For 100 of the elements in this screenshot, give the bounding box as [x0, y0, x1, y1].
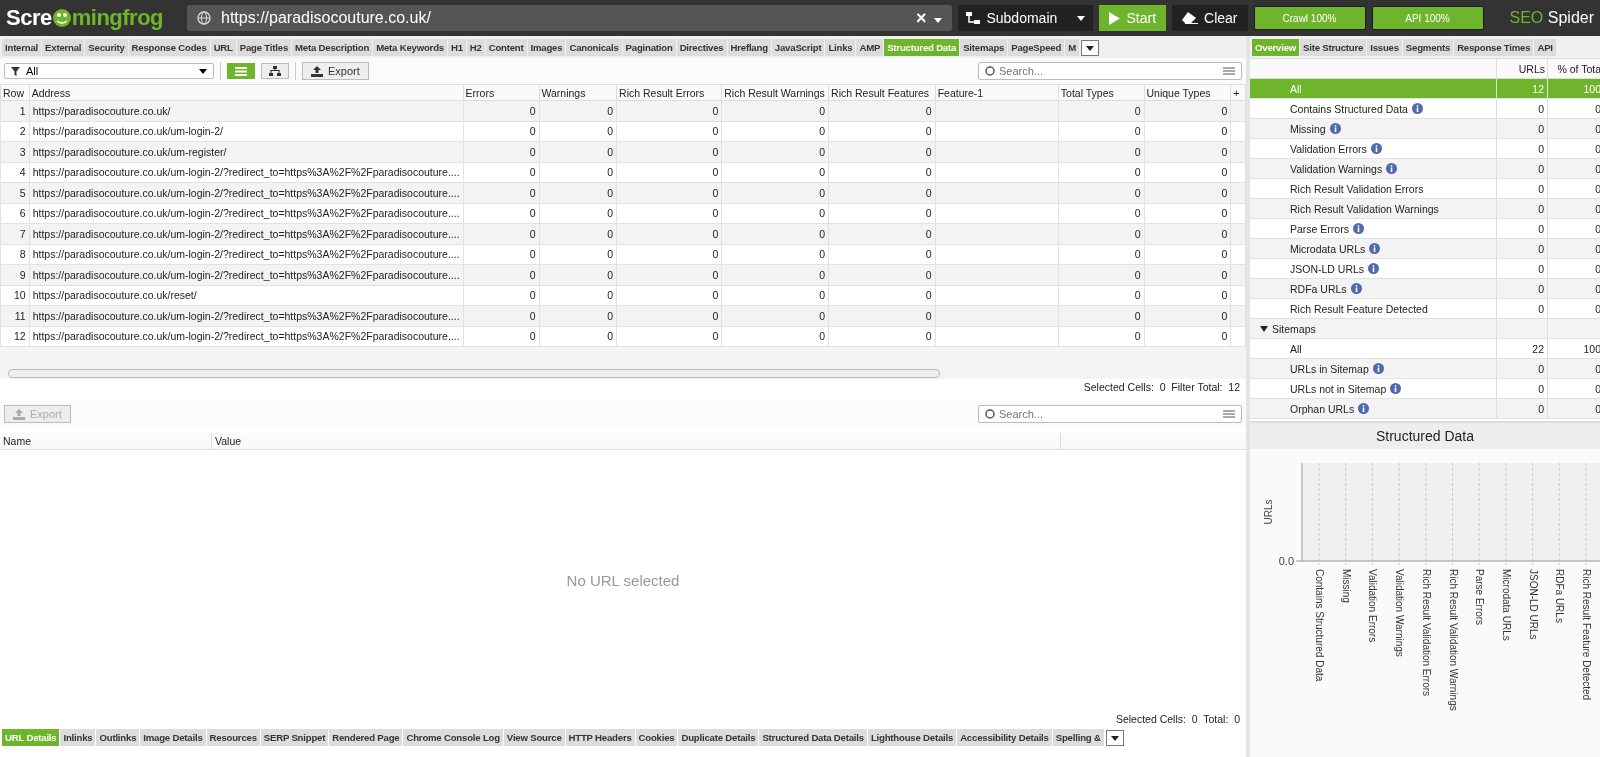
progress-bar: API 100%	[1371, 6, 1484, 30]
column-header[interactable]: Row	[0, 84, 30, 101]
tree-view-button[interactable]	[261, 63, 289, 79]
info-icon[interactable]	[1390, 383, 1402, 394]
column-header[interactable]: Total Types	[1058, 84, 1144, 101]
info-icon[interactable]	[1358, 403, 1370, 414]
tab[interactable]: Issues	[1367, 39, 1402, 56]
tab[interactable]: HTTP Headers	[565, 729, 635, 746]
info-icon[interactable]	[1329, 123, 1341, 134]
export-button[interactable]: Export	[302, 62, 369, 80]
tab[interactable]: H1	[447, 39, 466, 56]
column-header[interactable]: Rich Result Features	[828, 84, 936, 101]
tab[interactable]: Sitemaps	[960, 39, 1008, 56]
sliders-icon[interactable]	[1223, 409, 1235, 419]
search-field[interactable]: Search...	[999, 407, 1219, 421]
tab[interactable]: Resources	[206, 729, 260, 746]
tab[interactable]: Page Titles	[236, 39, 292, 56]
tab[interactable]: Spelling &	[1052, 729, 1104, 746]
tab[interactable]: Segments	[1402, 39, 1454, 56]
sliders-icon[interactable]	[1223, 66, 1235, 76]
info-icon[interactable]	[1350, 283, 1362, 294]
tab[interactable]: M	[1065, 39, 1079, 56]
row-label: URLs in Sitemap	[1290, 362, 1369, 375]
tab[interactable]: SERP Snippet	[260, 729, 329, 746]
caret-icon	[934, 18, 943, 23]
tab[interactable]: AMP	[856, 39, 884, 56]
tab[interactable]: URL	[210, 39, 236, 56]
tab[interactable]: View Source	[503, 729, 565, 746]
x-tick-label: RDFa URLs	[1554, 569, 1566, 623]
column-header[interactable]: Feature-1	[935, 84, 1059, 101]
y-tick-label: 0.0	[1278, 555, 1294, 567]
tab[interactable]: Duplicate Details	[678, 729, 759, 746]
tab[interactable]: H2	[466, 39, 485, 56]
tab[interactable]: Image Details	[140, 729, 206, 746]
column-header[interactable]: URLs	[1496, 58, 1548, 79]
eraser-icon	[1182, 12, 1199, 24]
row-label: Missing	[1290, 122, 1326, 135]
progress-bar: Crawl 100%	[1253, 6, 1366, 30]
tab[interactable]: Rendered Page	[329, 729, 403, 746]
search-box[interactable]: Search...	[978, 405, 1242, 423]
search-field[interactable]: Search...	[999, 64, 1219, 78]
tab[interactable]: Links	[825, 39, 856, 56]
tab[interactable]: Images	[527, 39, 566, 56]
x-tick-label: Contains Structured Data	[1314, 569, 1325, 682]
tab[interactable]: JavaScript	[771, 39, 825, 56]
column-header[interactable]: Warnings	[539, 84, 617, 101]
info-icon[interactable]	[1411, 103, 1423, 114]
expanded-icon[interactable]	[1260, 324, 1268, 333]
column-header[interactable]: Rich Result Warnings	[721, 84, 829, 101]
clear-button[interactable]: Clear	[1172, 5, 1248, 31]
tabs-menu-button[interactable]	[1105, 730, 1124, 746]
tab[interactable]: Lighthouse Details	[867, 729, 957, 746]
tab[interactable]: PageSpeed	[1008, 39, 1065, 56]
column-header[interactable]: Errors	[463, 84, 539, 101]
tab[interactable]: Pagination	[622, 39, 676, 56]
info-icon[interactable]	[1352, 223, 1364, 234]
tab[interactable]: Outlinks	[96, 729, 140, 746]
table-cell: 2	[0, 121, 30, 142]
column-header[interactable]: Value	[212, 433, 1061, 449]
search-box[interactable]: Search...	[978, 62, 1242, 80]
hierarchy-icon	[966, 12, 981, 24]
column-header[interactable]: Unique Types	[1144, 84, 1231, 101]
tab[interactable]: Structured Data Details	[759, 729, 867, 746]
table-cell: https://paradisocouture.co.uk/um-login-2/?redirect_to=https%3A%2F%2Fparadisocouture....	[29, 182, 464, 203]
scrollbar-thumb[interactable]	[8, 368, 940, 378]
mode-dropdown[interactable]: Subdomain	[958, 5, 1094, 31]
tab[interactable]: Cookies	[635, 729, 678, 746]
table-cell: https://paradisocouture.co.uk/um-login-2/?redirect_to=https%3A%2F%2Fparadisocouture....	[29, 203, 464, 224]
tab[interactable]: Accessibility Details	[957, 729, 1052, 746]
clear-url-button[interactable]: ×	[915, 7, 927, 29]
tab[interactable]: API	[1534, 39, 1556, 56]
tab[interactable]: Response Times	[1454, 39, 1534, 56]
url-field[interactable]: https://paradisocouture.co.uk/ ×	[187, 5, 953, 31]
info-icon[interactable]	[1372, 363, 1384, 374]
tab[interactable]: Canonicals	[566, 39, 622, 56]
filter-icon	[11, 66, 20, 76]
tab[interactable]: External	[42, 39, 85, 56]
tab[interactable]: Directives	[676, 39, 727, 56]
app-name: SEO Spider	[1509, 9, 1594, 27]
tab[interactable]: Response Codes	[128, 39, 210, 56]
tab[interactable]: Hreflang	[727, 39, 771, 56]
info-icon[interactable]	[1368, 263, 1380, 274]
tab[interactable]: Site Structure	[1300, 39, 1367, 56]
column-header[interactable]: Address	[29, 84, 464, 101]
status-text: Selected Cells: 0 Total: 0	[1114, 712, 1241, 727]
table-cell: 9	[0, 264, 30, 285]
column-header[interactable]: Rich Result Errors	[616, 84, 722, 101]
tab[interactable]: Meta Keywords	[373, 39, 447, 56]
column-header[interactable]: Name	[0, 433, 212, 449]
info-icon[interactable]	[1369, 243, 1381, 254]
info-icon[interactable]	[1386, 163, 1398, 174]
tab[interactable]: Internal	[2, 39, 42, 56]
filter-dropdown[interactable]: All	[4, 63, 214, 79]
tab[interactable]: Chrome Console Log	[403, 729, 503, 746]
tab[interactable]: Inlinks	[60, 729, 96, 746]
info-icon[interactable]	[1370, 143, 1382, 154]
tab[interactable]: Meta Description	[292, 39, 373, 56]
tabs-menu-button[interactable]	[1080, 40, 1099, 56]
tab[interactable]: Security	[85, 39, 128, 56]
tab[interactable]: Content	[485, 39, 527, 56]
